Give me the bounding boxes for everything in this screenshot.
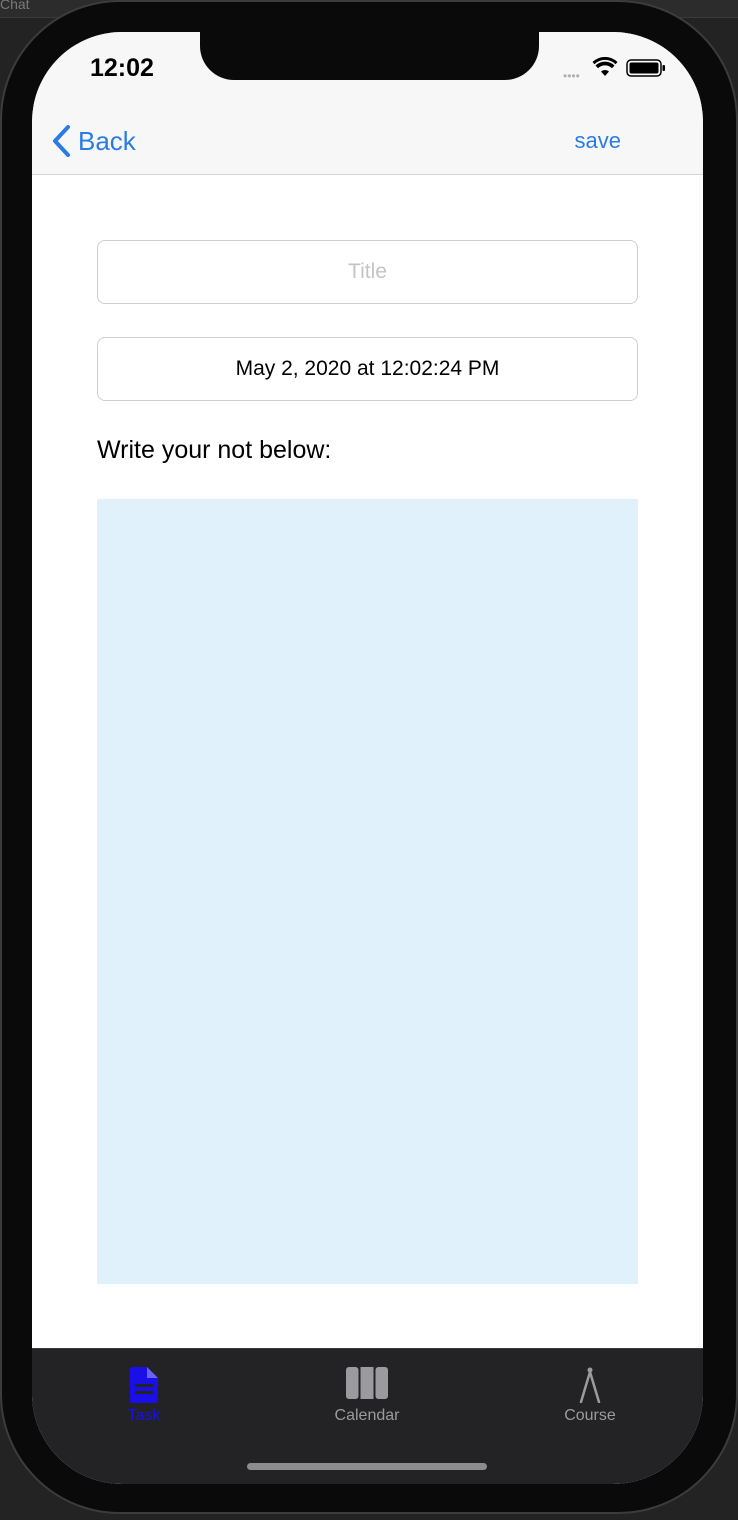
tab-task[interactable]: Task <box>74 1349 214 1429</box>
back-button-label: Back <box>78 125 136 156</box>
phone-screen: 12:02 •••• Back save Title May 2, 2020 a… <box>32 32 703 1484</box>
battery-icon <box>626 59 665 77</box>
note-label: Write your not below: <box>97 436 332 464</box>
status-time: 12:02 <box>90 54 154 82</box>
simulator-top-label: Chat <box>0 0 30 12</box>
home-indicator[interactable] <box>247 1463 487 1470</box>
wifi-icon <box>592 57 618 76</box>
title-input[interactable] <box>97 240 638 304</box>
save-button[interactable]: save <box>575 128 621 154</box>
tab-calendar-label: Calendar <box>334 1407 400 1424</box>
navigation-bar: Back save <box>32 120 703 175</box>
date-picker-field[interactable]: May 2, 2020 at 12:02:24 PM <box>97 337 638 401</box>
cell-signal-icon: •••• <box>563 69 580 83</box>
tab-calendar[interactable]: Calendar <box>297 1349 437 1429</box>
tab-bar: Task Calendar Course <box>32 1348 703 1484</box>
phone-notch <box>200 32 539 80</box>
back-button[interactable]: Back <box>50 123 136 159</box>
chevron-left-icon <box>53 125 70 157</box>
note-textarea[interactable] <box>97 499 638 1284</box>
tab-course[interactable]: Course <box>520 1349 660 1429</box>
compass-icon <box>579 1367 601 1403</box>
document-icon <box>130 1367 158 1403</box>
date-value: May 2, 2020 at 12:02:24 PM <box>235 357 500 380</box>
tab-task-label: Task <box>127 1407 161 1424</box>
tab-course-label: Course <box>564 1407 616 1424</box>
columns-icon <box>346 1367 388 1399</box>
phone-frame: 12:02 •••• Back save Title May 2, 2020 a… <box>0 0 738 1514</box>
